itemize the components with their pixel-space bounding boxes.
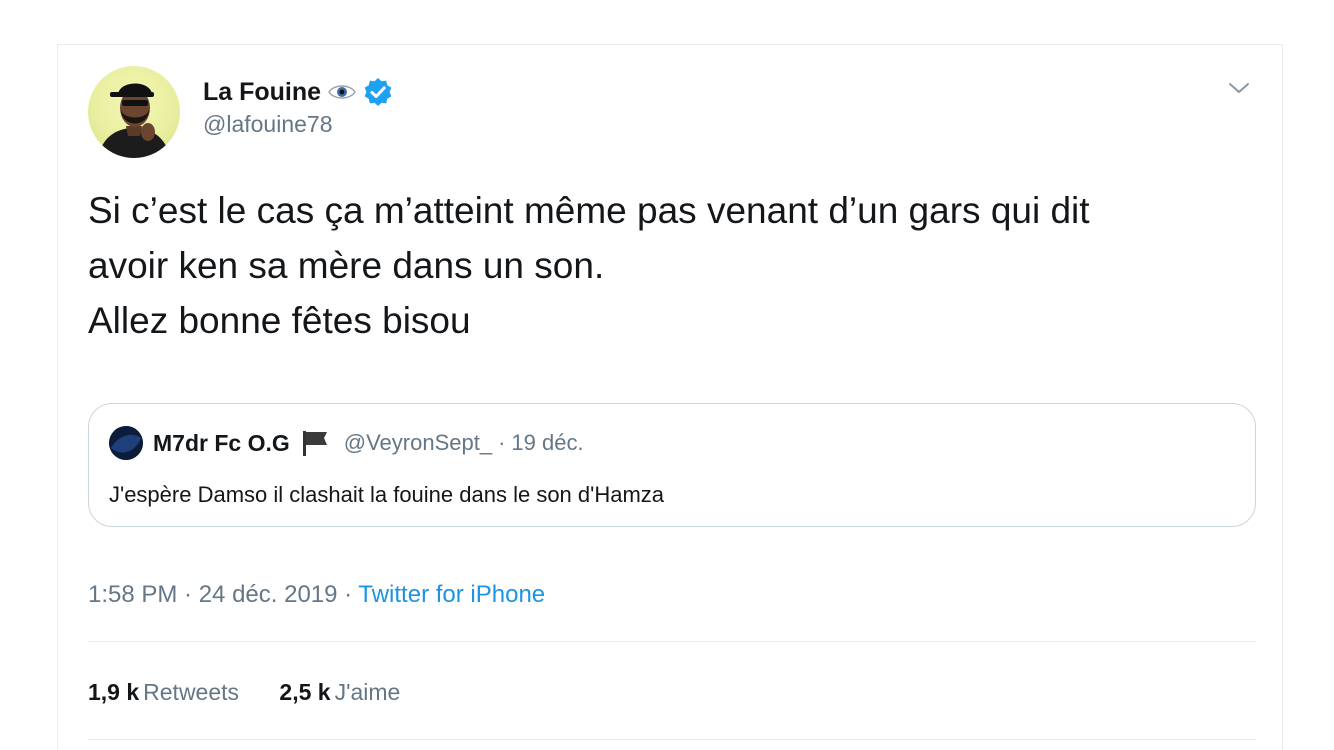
tweet-text-line: avoir ken sa mère dans un son. [88,245,605,286]
tweet-author: La Fouine @lafouine78 [203,77,393,138]
chevron-down-icon[interactable] [1226,75,1252,101]
retweets-label: Retweets [143,679,240,705]
quoted-avatar [109,426,143,460]
retweets-stat[interactable]: 1,9 k Retweets [88,679,239,706]
avatar[interactable] [88,66,180,158]
divider [88,641,1256,642]
tweet-timestamp[interactable]: 1:58 PM · 24 déc. 2019 · [88,581,358,608]
likes-label: J'aime [334,679,401,705]
quoted-tweet-header: M7dr Fc O.G @VeyronSept_ · 19 déc. [109,426,584,460]
tweet-text-line: Si c’est le cas ça m’atteint même pas ve… [88,190,1090,231]
likes-count: 2,5 k [279,679,331,705]
flag-icon [300,429,330,457]
quoted-display-name: M7dr Fc O.G [153,429,290,456]
author-handle[interactable]: @lafouine78 [203,111,393,138]
verified-badge-icon [363,77,393,107]
tweet-text: Si c’est le cas ça m’atteint même pas ve… [88,183,1258,348]
quoted-tweet[interactable]: M7dr Fc O.G @VeyronSept_ · 19 déc. J'esp… [88,403,1256,527]
quoted-separator: · [498,430,506,455]
quoted-text: J'espère Damso il clashait la fouine dan… [109,482,665,507]
quoted-handle: @VeyronSept_ [343,430,493,455]
tweet-text-line: Allez bonne fêtes bisou [88,300,471,341]
tweet-meta: 1:58 PM · 24 déc. 2019 · Twitter for iPh… [88,581,545,609]
author-name-row: La Fouine [203,77,393,107]
divider [88,739,1256,740]
eye-icon [327,81,357,103]
retweets-count: 1,9 k [88,679,140,705]
likes-stat[interactable]: 2,5 k J'aime [279,679,400,706]
tweet-stats: 1,9 k Retweets 2,5 k J'aime [88,679,434,706]
author-display-name[interactable]: La Fouine [203,78,321,107]
tweet-card: La Fouine @lafouine78 Si c’est le cas ça… [57,44,1283,750]
tweet-source-link[interactable]: Twitter for iPhone [358,581,545,608]
quoted-date: 19 déc. [511,430,584,455]
